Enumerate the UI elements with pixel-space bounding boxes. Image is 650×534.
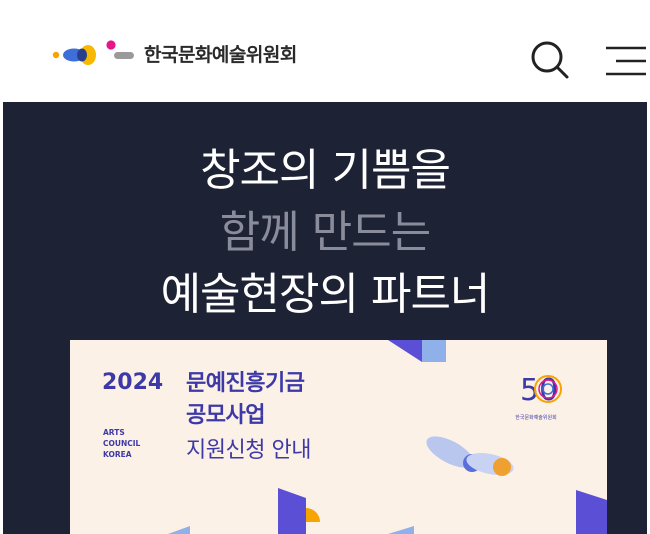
poster-title: 문예진흥기금 공모사업: [186, 368, 305, 432]
poster-year: 2024: [102, 370, 164, 395]
hero-line-2: 함께 만드는: [219, 207, 431, 258]
hero-headline: 창조의 기쁨을 함께 만드는 예술현장의 파트너: [3, 140, 647, 326]
poster-title-line-1: 문예진흥기금: [186, 371, 305, 396]
poster-org-name: ARTS COUNCIL KOREA: [103, 427, 140, 460]
site-header: 한국문화예술위원회: [0, 0, 650, 102]
poster-title-line-2: 공모사업: [186, 403, 265, 428]
search-button[interactable]: [528, 38, 572, 82]
anniversary-50-icon: 50: [520, 373, 562, 408]
hero-line-1: 창조의 기쁨을: [200, 145, 451, 196]
search-icon: [531, 41, 569, 79]
anniversary-emblem: 50 한국문화예술위원회: [506, 370, 566, 426]
hamburger-menu-icon: [606, 46, 646, 76]
emblem-caption: 한국문화예술위원회: [515, 415, 557, 421]
hero-line-3: 예술현장의 파트너: [160, 269, 491, 320]
menu-button[interactable]: [602, 42, 646, 82]
site-logo[interactable]: 한국문화예술위원회: [52, 36, 297, 70]
poster-org-line-1: ARTS: [103, 428, 125, 437]
poster-org-line-3: KOREA: [103, 450, 132, 459]
grant-notice-poster[interactable]: 2024 ARTS COUNCIL KOREA 문예진흥기금 공모사업 지원신청…: [70, 340, 607, 534]
logo-mark-icon: [52, 40, 134, 65]
poster-subtitle: 지원신청 안내: [186, 438, 311, 463]
hero-banner: 창조의 기쁨을 함께 만드는 예술현장의 파트너 2024 ARTS COUNC…: [3, 102, 647, 534]
poster-org-line-2: COUNCIL: [103, 439, 141, 448]
org-name: 한국문화예술위원회: [144, 43, 297, 66]
